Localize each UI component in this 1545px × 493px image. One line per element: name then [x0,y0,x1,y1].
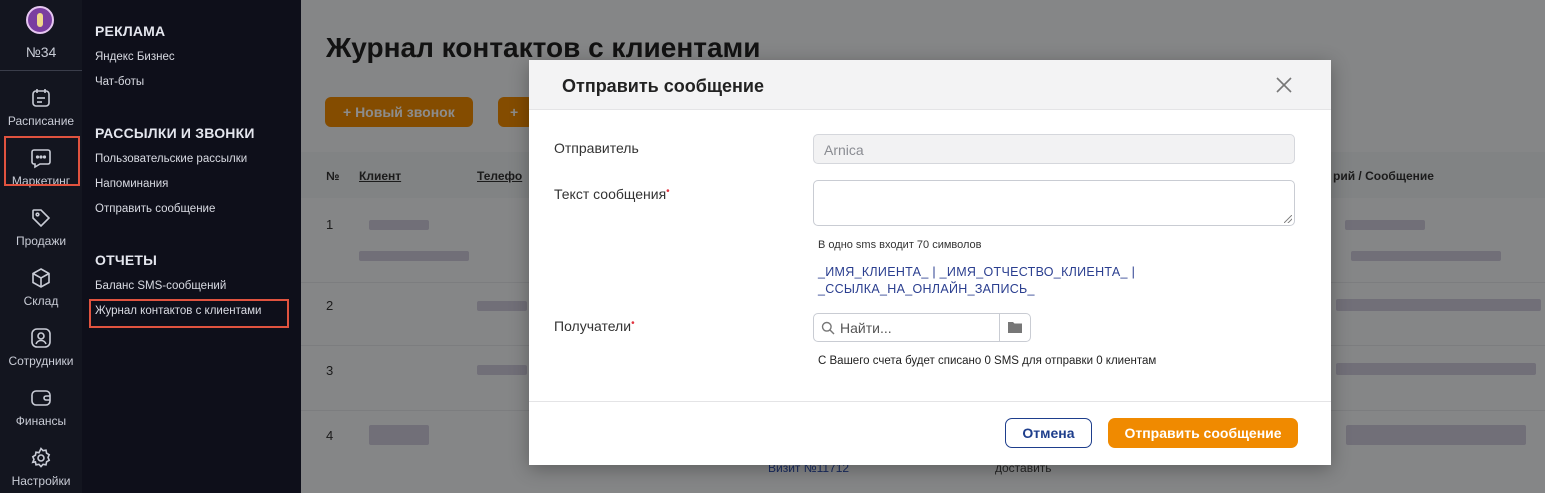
rail-divider [0,70,82,71]
tag-icon [32,209,51,228]
rail-label: Финансы [15,414,67,428]
rail-item-settings[interactable]: Настройки [0,436,82,493]
marketing-highlight-box [4,136,80,186]
section-title-reports: ОТЧЕТЫ [95,252,158,268]
send-message-modal: Отправить сообщение Отправитель Arnica Т… [529,60,1331,465]
message-textarea[interactable] [813,180,1295,226]
branch-label: №34 [25,44,57,60]
calendar-icon [32,89,50,107]
submenu-item-send-message[interactable]: Отправить сообщение [95,203,215,215]
rail-item-sales[interactable]: Продажи [0,196,82,254]
folder-picker-button[interactable] [999,314,1030,341]
submenu-item-sms-balance[interactable]: Баланс SMS-сообщений [95,280,226,292]
rail-item-warehouse[interactable]: Склад [0,256,82,314]
marketing-submenu: РЕКЛАМА Яндекс Бизнес Чат-боты РАССЫЛКИ … [82,0,301,493]
wallet-icon [31,390,51,406]
close-icon[interactable] [1273,74,1295,96]
rail-label: Сотрудники [8,354,74,368]
sender-label: Отправитель [554,140,639,156]
sms-length-hint: В одно sms входит 70 символов [818,239,982,251]
template-tags-line-2[interactable]: _ССЫЛКА_НА_ОНЛАЙН_ЗАПИСЬ_ [818,282,1035,296]
rail-label: Продажи [15,234,67,248]
section-title-mailings: РАССЫЛКИ И ЗВОНКИ [95,125,255,141]
submenu-item-reminders[interactable]: Напоминания [95,178,168,190]
section-title-ads: РЕКЛАМА [95,23,166,39]
recipients-search-input[interactable] [840,319,990,337]
branch-avatar[interactable] [26,6,54,34]
person-icon [31,328,51,348]
folder-icon [1008,322,1022,333]
recipients-label: Получатели• [554,318,635,334]
gear-icon [31,447,51,468]
contact-log-highlight-box [89,299,289,328]
sender-field: Arnica [813,134,1295,164]
template-tags-line-1[interactable]: _ИМЯ_КЛИЕНТА_ | _ИМЯ_ОТЧЕСТВО_КЛИЕНТА_ | [818,265,1135,279]
submenu-item-chatbots[interactable]: Чат-боты [95,76,144,88]
send-message-button[interactable]: Отправить сообщение [1108,418,1298,448]
rail-item-staff[interactable]: Сотрудники [0,316,82,374]
rail-label: Настройки [11,474,71,488]
submenu-item-yandex-business[interactable]: Яндекс Бизнес [95,51,175,63]
search-icon [821,321,835,335]
modal-title: Отправить сообщение [562,76,764,96]
box-icon [32,268,50,288]
modal-header: Отправить сообщение [529,60,1331,110]
submenu-item-custom-mailings[interactable]: Пользовательские рассылки [95,153,247,165]
modal-footer-divider [529,401,1331,402]
rail-label: Расписание [7,114,75,128]
sms-cost-note: С Вашего счета будет списано 0 SMS для о… [818,355,1157,367]
rail-label: Склад [23,294,59,308]
message-text-label: Текст сообщения• [554,186,670,202]
rail-item-schedule[interactable]: Расписание [0,76,82,134]
icon-rail: №34 Расписание Маркетинг Продажи Склад С… [0,0,82,493]
cancel-button[interactable]: Отмена [1005,418,1092,448]
rail-item-finance[interactable]: Финансы [0,376,82,434]
recipients-search-box [813,313,1031,342]
